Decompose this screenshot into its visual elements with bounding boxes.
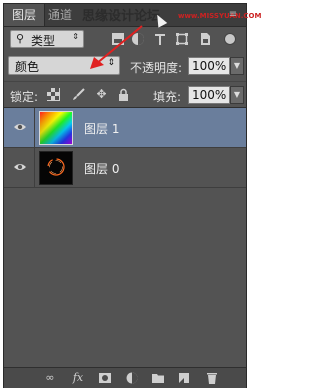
delete-trash-icon[interactable] <box>204 370 220 386</box>
adjustment-layer-icon[interactable] <box>124 370 140 386</box>
tab-layers[interactable]: 图层 <box>4 4 45 26</box>
lock-transparency-icon[interactable] <box>47 88 60 101</box>
visibility-eye-icon[interactable] <box>13 160 27 174</box>
visibility-eye-icon[interactable] <box>13 120 27 134</box>
link-layers-icon[interactable]: ∞ <box>42 370 58 386</box>
shape-layer-filter-icon[interactable] <box>175 32 189 46</box>
new-group-folder-icon[interactable] <box>150 370 166 386</box>
add-mask-icon[interactable] <box>97 370 113 386</box>
layer-row-1[interactable]: 图层 1 <box>4 108 246 148</box>
blend-opacity-row: 颜色 ⇕ 不透明度: 100% ▼ <box>4 25 246 78</box>
fill-input[interactable]: 100% <box>188 86 230 104</box>
opacity-input[interactable]: 100% <box>188 57 230 75</box>
watermark-url: www.MISSYUAN.COM <box>178 12 262 20</box>
layer-thumbnail[interactable] <box>39 151 73 185</box>
mouse-cursor-icon <box>152 12 168 28</box>
fill-dropdown-icon[interactable]: ▼ <box>230 86 244 104</box>
layer-list: 图层 1 图层 0 <box>4 107 246 368</box>
panel-bottom-toolbar: ∞ fx <box>4 367 246 388</box>
opacity-dropdown-icon[interactable]: ▼ <box>230 57 244 75</box>
blend-mode-value: 颜色 <box>15 60 40 74</box>
tab-channels[interactable]: 通道 <box>48 4 72 26</box>
lock-label: 锁定: <box>10 90 39 104</box>
layer-name[interactable]: 图层 1 <box>84 120 119 137</box>
layer-thumbnail[interactable] <box>39 111 73 145</box>
panel-menu-icon[interactable]: ≡ <box>226 9 240 21</box>
layer-row-0[interactable]: 图层 0 <box>4 148 246 188</box>
filter-type-label: 类型 <box>31 34 56 48</box>
chevron-updown-icon: ⇕ <box>72 32 79 41</box>
lock-fill-row: 锁定: ✥ 填充: 100% ▼ <box>4 81 246 106</box>
search-icon: ⚲ <box>16 32 25 45</box>
row-divider <box>34 108 35 148</box>
layers-panel: 图层 通道 思缘设计论坛 www.MISSYUAN.COM ≡ ⚲ 类型 ⇕ 颜… <box>3 3 261 388</box>
filter-toggle[interactable] <box>224 33 236 45</box>
ring-image <box>47 158 65 176</box>
row-divider <box>34 148 35 188</box>
lock-image-brush-icon[interactable] <box>72 88 85 101</box>
opacity-label: 不透明度: <box>130 61 183 75</box>
lock-position-move-icon[interactable]: ✥ <box>95 88 108 101</box>
type-layer-filter-icon[interactable] <box>153 32 167 46</box>
new-layer-icon[interactable] <box>176 370 192 386</box>
smart-object-filter-icon[interactable] <box>198 32 212 46</box>
fx-icon[interactable]: fx <box>70 370 86 386</box>
fill-label: 填充: <box>153 90 182 104</box>
lock-all-icon[interactable] <box>117 88 130 101</box>
layer-name[interactable]: 图层 0 <box>84 160 119 177</box>
layer-filter-select[interactable]: ⚲ 类型 ⇕ <box>10 30 84 48</box>
watermark-text: 思缘设计论坛 <box>82 9 161 24</box>
